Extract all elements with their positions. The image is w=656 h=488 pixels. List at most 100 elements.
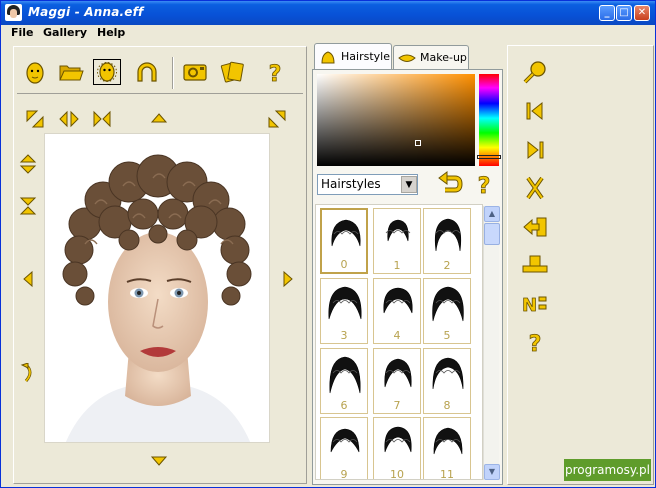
move-down-button[interactable] [149,450,169,470]
help-icon: ? [477,174,491,200]
window-title: Maggi - Anna.eff [28,5,144,19]
color-picker-field[interactable] [317,74,475,166]
face-icon [26,62,44,84]
hue-slider-marker[interactable] [477,155,501,159]
gallery-scrollbar[interactable]: ▲ ▼ [483,206,500,480]
tab-hairstyle-label: Hairstyle [341,50,390,63]
arrow-right-icon [283,270,293,288]
stamp-button[interactable] [520,251,550,279]
shrink-diagonal-icon [26,110,44,128]
scroll-up-button[interactable]: ▲ [484,206,500,222]
chevron-down-icon[interactable]: ▼ [401,176,417,193]
widen-button[interactable] [59,109,79,129]
arch-button[interactable] [133,59,161,85]
zoom-button[interactable] [520,59,550,87]
first-button[interactable] [520,97,550,125]
svg-text:?: ? [478,174,491,197]
hairstyle-preview-icon [329,356,361,394]
watermark-badge: programosy.pl [564,459,651,481]
hairstyle-gallery: 0 1 2 3 4 5 6 7 8 9 10 11 [315,204,483,480]
app-icon[interactable] [5,4,22,21]
tab-hairstyle[interactable]: Hairstyle [314,43,392,69]
hairstyle-thumbnail[interactable]: 6 [320,348,368,414]
hairstyle-thumbnail[interactable]: 1 [373,208,421,274]
open-folder-icon [59,65,84,81]
maximize-button[interactable]: □ [616,5,632,21]
hairstyle-thumbnail[interactable]: 3 [320,278,368,344]
head-outline-button[interactable] [93,59,121,85]
camera-button[interactable] [181,59,209,85]
scroll-thumb[interactable] [484,223,500,245]
tab-makeup[interactable]: Make-up [393,45,469,69]
hairstyle-number: 10 [390,468,404,480]
main-window: Maggi - Anna.eff _ □ ✕ File Gallery Help [0,0,656,488]
lips-icon [398,54,416,62]
head-outline-icon [97,62,117,82]
last-button[interactable] [520,136,550,164]
hairstyle-thumbnail[interactable]: 5 [423,278,471,344]
stamp-icon [522,255,548,273]
hairstyle-preview-icon [384,426,412,453]
hairstyle-number: 2 [443,259,451,272]
undo-icon [438,171,463,193]
enlarge-diagonal-button[interactable] [267,109,287,129]
hairstyle-preview-icon [385,219,411,242]
hairstyle-thumbnail[interactable]: 10 [373,417,421,480]
hairstyle-number: 9 [340,468,348,480]
shrink-diagonal-button[interactable] [25,109,45,129]
hairstyle-number: 3 [340,329,348,342]
hairstyle-number: 1 [393,259,401,272]
svg-text:?: ? [269,62,282,85]
hairstyle-number: 11 [440,468,454,480]
menu-help[interactable]: Help [97,26,125,39]
hairstyle-number: 4 [393,329,401,342]
face-tool-button[interactable] [21,59,49,85]
numbering-button[interactable]: N [520,289,550,317]
move-up-button[interactable] [149,109,169,129]
close-button[interactable]: ✕ [634,5,650,21]
camera-icon [183,64,207,81]
hairstyle-preview-icon [432,357,464,390]
hairstyle-preview-icon [432,286,464,322]
move-right-button[interactable] [278,269,298,289]
cards-icon [220,61,244,83]
hue-slider[interactable] [479,74,499,166]
insert-button[interactable] [520,213,550,241]
hairstyle-number: 5 [443,329,451,342]
hairstyle-thumbnail[interactable]: 8 [423,348,471,414]
narrow-button[interactable] [92,109,112,129]
shrink-vertical-button[interactable] [18,196,38,216]
cut-button[interactable] [520,174,550,202]
cut-icon [526,176,544,200]
title-bar[interactable]: Maggi - Anna.eff _ □ ✕ [1,1,655,25]
color-picker-marker[interactable] [415,140,421,146]
hairstyle-thumbnail[interactable]: 9 [320,417,368,480]
scroll-down-button[interactable]: ▼ [484,464,500,480]
stretch-vertical-button[interactable] [18,154,38,174]
menu-file[interactable]: File [11,26,34,39]
enlarge-diagonal-icon [268,110,286,128]
rotate-button[interactable] [18,362,38,383]
hairstyle-thumbnail[interactable]: 2 [423,208,471,274]
help-button[interactable]: ? [261,59,289,85]
hairstyle-help-button[interactable]: ? [471,171,497,200]
toolbar-separator [172,57,174,89]
hairstyle-preview-icon [331,219,361,247]
open-button[interactable] [57,59,85,85]
hairstyle-thumbnail[interactable]: 0 [320,208,368,274]
tools-help-button[interactable]: ? [520,327,550,358]
move-left-button[interactable] [18,269,38,289]
hairstyle-preview-icon [383,287,413,314]
hairstyle-thumbnail[interactable]: 7 [373,348,421,414]
hairstyle-thumbnail[interactable]: 11 [423,417,471,480]
stretch-vertical-icon [19,154,37,174]
arch-icon [137,62,157,82]
minimize-button[interactable]: _ [599,5,615,21]
menu-gallery[interactable]: Gallery [43,26,87,39]
cards-button[interactable] [219,59,247,85]
undo-button[interactable] [437,171,463,197]
hairstyle-thumbnail[interactable]: 4 [373,278,421,344]
tab-makeup-label: Make-up [420,51,467,64]
rotate-icon [20,362,32,382]
portrait-preview[interactable] [44,133,270,443]
